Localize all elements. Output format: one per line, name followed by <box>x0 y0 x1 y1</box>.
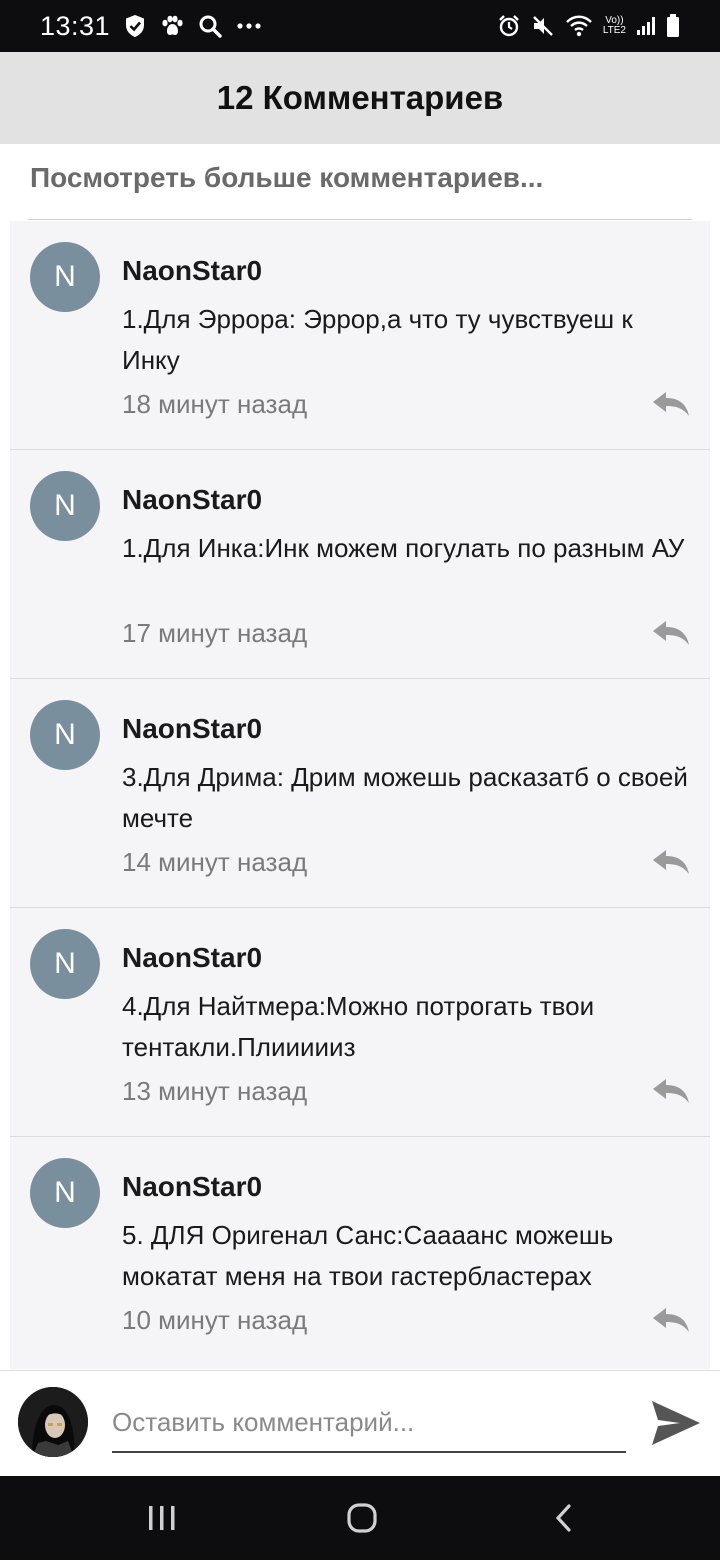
home-icon[interactable] <box>342 1498 382 1538</box>
comment-composer <box>0 1370 720 1476</box>
signal-icon <box>636 16 656 36</box>
comment-author[interactable]: NaonStar0 <box>122 484 262 516</box>
avatar[interactable]: N <box>30 242 100 312</box>
avatar[interactable]: N <box>30 471 100 541</box>
comment-time: 14 минут назад <box>122 847 308 877</box>
view-more-comments-link[interactable]: Посмотреть больше комментариев... <box>30 162 543 194</box>
comment-item: N NaonStar0 4.Для Найтмера:Можно потрога… <box>10 908 710 1137</box>
comment-item: N NaonStar0 1.Для Инка:Инк можем погулат… <box>10 450 710 679</box>
comment-time: 18 минут назад <box>122 389 308 419</box>
comment-author[interactable]: NaonStar0 <box>122 942 262 974</box>
wifi-icon <box>565 15 593 37</box>
comment-time: 17 минут назад <box>122 618 308 648</box>
reply-icon[interactable] <box>650 389 692 419</box>
shield-check-icon <box>124 14 146 38</box>
comment-time: 10 минут назад <box>122 1305 308 1335</box>
paw-icon <box>160 15 184 37</box>
navigation-bar <box>0 1476 720 1560</box>
lte-label: Vo)) LTE2 <box>603 16 626 36</box>
battery-icon <box>666 14 680 38</box>
avatar[interactable]: N <box>30 1158 100 1228</box>
status-time: 13:31 <box>40 10 111 41</box>
comment-item: N NaonStar0 3.Для Дрима: Дрим можешь рас… <box>10 679 710 908</box>
reply-icon[interactable] <box>650 1305 692 1335</box>
comment-item: N NaonStar0 5. ДЛЯ Оригенал Санс:Саааанс… <box>10 1137 710 1366</box>
comment-text: 4.Для Найтмера:Можно потрогать твои тент… <box>122 991 595 1062</box>
comment-author[interactable]: NaonStar0 <box>122 713 262 745</box>
comments-list[interactable]: N NaonStar0 1.Для Эррора: Эррор,а что ту… <box>10 221 710 1369</box>
status-left: 13:31 <box>40 0 262 52</box>
reply-icon[interactable] <box>650 847 692 877</box>
divider <box>28 219 692 220</box>
page-title: 12 Комментариев <box>216 79 504 116</box>
comment-text: 1.Для Эррора: Эррор,а что ту чувствуеш к… <box>122 304 633 375</box>
avatar[interactable]: N <box>30 700 100 770</box>
reply-icon[interactable] <box>650 1076 692 1106</box>
comment-text: 3.Для Дрима: Дрим можешь расказатб о сво… <box>122 762 688 833</box>
comment-author[interactable]: NaonStar0 <box>122 255 262 287</box>
header: 12 Комментариев <box>0 52 720 144</box>
alarm-icon <box>497 14 521 38</box>
mute-icon <box>531 14 555 38</box>
recent-apps-icon[interactable] <box>142 1498 182 1538</box>
more-dots-icon <box>236 22 262 30</box>
back-icon[interactable] <box>544 1498 584 1538</box>
comment-text: 5. ДЛЯ Оригенал Санс:Саааанс можешь мока… <box>122 1220 614 1291</box>
search-icon <box>198 14 222 38</box>
send-icon[interactable] <box>650 1399 702 1447</box>
status-right: Vo)) LTE2 <box>497 0 680 52</box>
lte-label-bottom: LTE2 <box>602 25 626 36</box>
comment-item: N NaonStar0 1.Для Эррора: Эррор,а что ту… <box>10 221 710 450</box>
user-avatar[interactable] <box>18 1387 88 1457</box>
comment-author[interactable]: NaonStar0 <box>122 1171 262 1203</box>
comment-text: 1.Для Инка:Инк можем погулать по разным … <box>122 533 685 563</box>
status-bar: 13:31 Vo)) LTE2 <box>0 0 720 52</box>
comment-time: 13 минут назад <box>122 1076 308 1106</box>
comment-input[interactable] <box>112 1393 626 1453</box>
reply-icon[interactable] <box>650 618 692 648</box>
avatar[interactable]: N <box>30 929 100 999</box>
